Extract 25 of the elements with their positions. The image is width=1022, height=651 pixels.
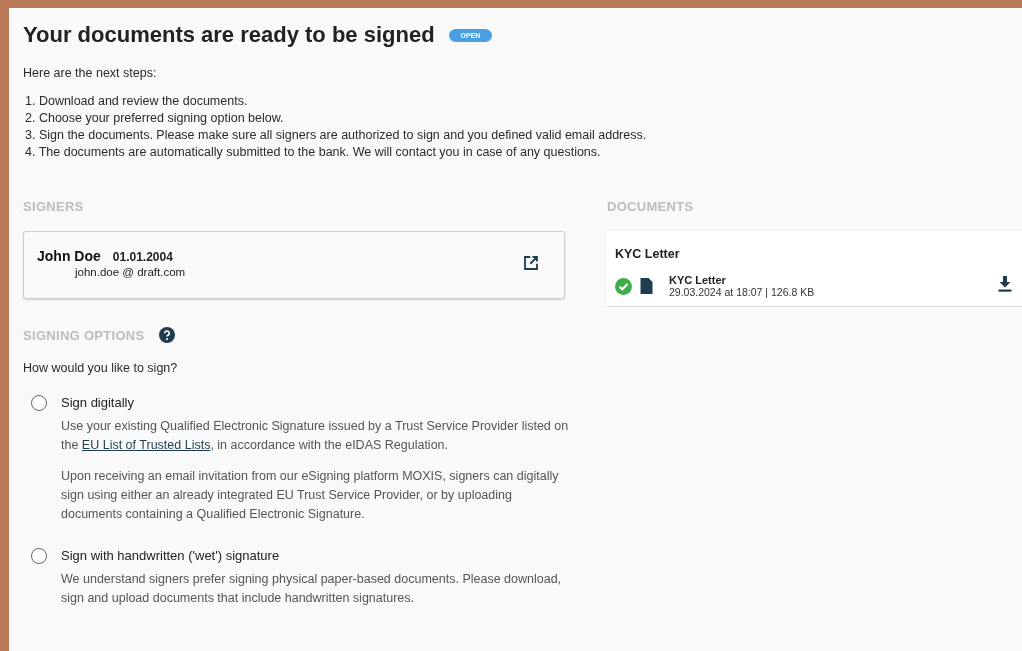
help-icon[interactable]	[158, 327, 175, 343]
section-heading: DOCUMENTS	[607, 199, 694, 214]
radio-button[interactable]	[31, 395, 47, 411]
option-description: Upon receiving an email invitation from our eSigning platform MOXIS, signers can digitally sign using either an already integrated EU Trust Service Provider, or by uploading documents containing a Qualified Electronic Signature.	[61, 468, 560, 523]
option-description: Use your existing Qualified Electronic Signature issued by a Trust Service Provider listed on the EU List of Trusted Lists, in accordance with the eIDAS Regulation.	[61, 418, 570, 454]
birth-date: 01.01.2004	[112, 250, 173, 264]
section-heading: SIGNING OPTIONS	[23, 327, 145, 343]
file-name: KYC Letter	[669, 274, 727, 286]
document-group-title: KYC Letter	[615, 247, 681, 261]
option-label[interactable]: Sign with handwritten ('wet') signature	[61, 548, 571, 563]
step-text: 3. Sign the documents. Please make sure all signers are authorized to sign and you defined valid email address.	[24, 128, 648, 142]
radio-button[interactable]	[31, 548, 47, 564]
step-text: 2. Choose your preferred signing option below.	[24, 111, 285, 125]
step-text: 4. The documents are automatically submitted to the bank. We will contact you in case of any questions.	[24, 145, 602, 159]
section-heading: SIGNERS	[23, 199, 84, 214]
page-title: Your documents are ready to be signed	[23, 22, 435, 48]
question-text: How would you like to sign?	[23, 361, 179, 375]
document-icon	[640, 278, 653, 294]
signer-email: john.doe @ draft.com	[73, 266, 186, 278]
step-text: 1. Download and review the documents.	[24, 94, 249, 108]
option-description: We understand signers prefer signing physical paper-based documents. Please download, sign and upload documents that include handwritten signatures.	[61, 571, 563, 607]
file-meta: 29.03.2024 at 18:07 | 126.8 KB	[669, 286, 816, 298]
intro-text: Here are the next steps:	[23, 66, 158, 80]
signer-name: John Doe	[37, 248, 101, 264]
option-label[interactable]: Sign digitally	[61, 395, 571, 410]
